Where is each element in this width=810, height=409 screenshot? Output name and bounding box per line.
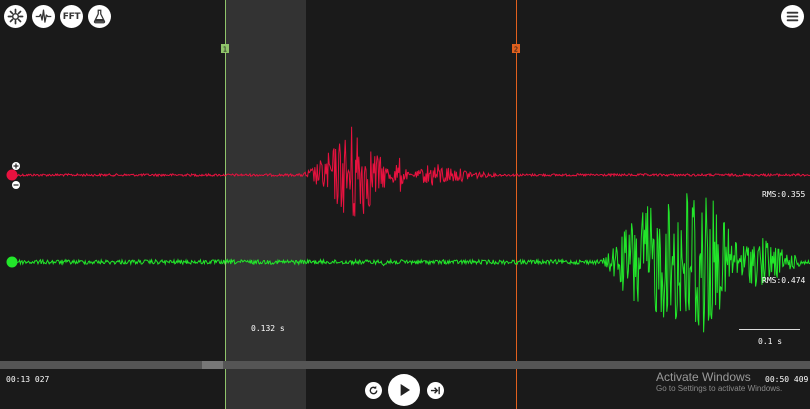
green-channel-handle[interactable] bbox=[6, 256, 18, 268]
end-time: 00:50 409 bbox=[765, 375, 809, 384]
timeline-scrollbar-track[interactable] bbox=[0, 361, 810, 369]
settings-button[interactable] bbox=[4, 5, 27, 28]
selection-region[interactable] bbox=[225, 0, 306, 409]
start-time: 00:13 027 bbox=[6, 375, 50, 384]
lab-flask-icon bbox=[93, 9, 106, 24]
replay-icon bbox=[369, 385, 378, 395]
waveform-button[interactable] bbox=[32, 5, 55, 28]
marker-2-label: 2 bbox=[514, 46, 518, 54]
red-channel-handle[interactable] bbox=[6, 169, 18, 181]
menu-icon bbox=[786, 11, 799, 22]
red-channel-trace bbox=[17, 126, 810, 217]
skip-end-icon bbox=[430, 386, 440, 395]
fft-label: FFT bbox=[62, 11, 81, 22]
zoom-out-icon[interactable] bbox=[12, 181, 20, 189]
scale-bar-label: 0.1 s bbox=[758, 337, 783, 346]
marker-1-label: 1 bbox=[223, 46, 227, 54]
play-button[interactable] bbox=[388, 374, 420, 406]
lab-button[interactable] bbox=[88, 5, 111, 28]
settings-icon bbox=[7, 8, 24, 25]
timeline-scrollbar-thumb[interactable] bbox=[202, 361, 223, 369]
waveform-plot[interactable]: 1 2 bbox=[0, 0, 810, 409]
replay-button[interactable] bbox=[365, 382, 382, 399]
activate-windows-subtitle: Go to Settings to activate Windows. bbox=[656, 384, 783, 393]
selection-duration: 0.132 s bbox=[251, 324, 285, 333]
green-channel-trace bbox=[17, 193, 810, 333]
menu-button[interactable] bbox=[781, 5, 804, 28]
green-channel-rms: RMS:0.474 bbox=[762, 276, 806, 285]
fft-button[interactable]: FFT bbox=[60, 5, 83, 28]
skip-end-button[interactable] bbox=[427, 382, 444, 399]
play-icon bbox=[400, 384, 410, 396]
waveform-icon bbox=[35, 9, 52, 23]
zoom-in-icon[interactable] bbox=[12, 162, 20, 170]
activate-windows-title: Activate Windows bbox=[656, 370, 751, 384]
red-channel-rms: RMS:0.355 bbox=[762, 190, 806, 199]
